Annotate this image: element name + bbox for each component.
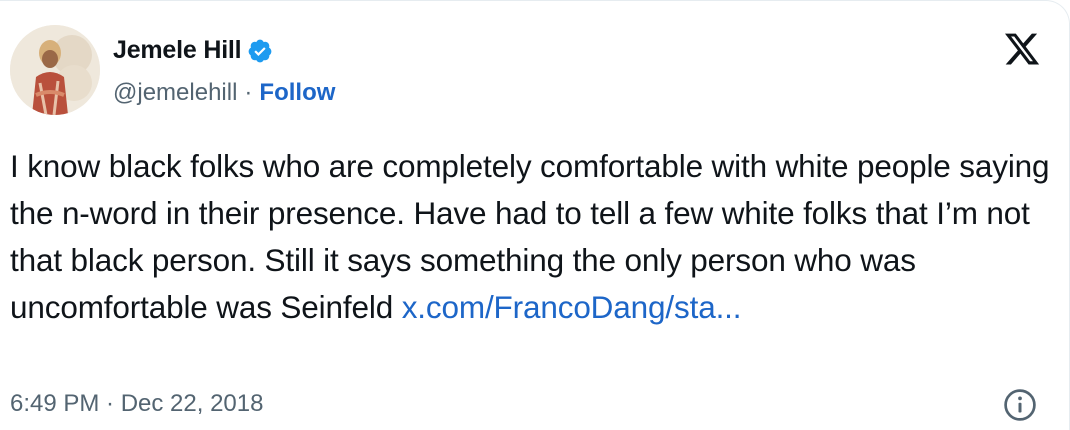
avatar[interactable] xyxy=(10,25,100,115)
avatar-image xyxy=(10,25,100,115)
handle-row: @jemelehill · Follow xyxy=(113,79,335,107)
tweet-link[interactable]: x.com/FrancoDang/sta... xyxy=(402,289,742,325)
author-row: Jemele Hill xyxy=(113,36,273,65)
separator-dot: · xyxy=(244,79,253,106)
author-name[interactable]: Jemele Hill xyxy=(113,36,242,65)
info-icon[interactable] xyxy=(1002,387,1038,423)
author-handle[interactable]: @jemelehill xyxy=(113,79,237,107)
x-logo-icon[interactable] xyxy=(1003,30,1041,68)
tweet-text: I know black folks who are completely co… xyxy=(10,143,1055,331)
tweet-timestamp[interactable]: 6:49 PM · Dec 22, 2018 xyxy=(10,390,263,418)
verified-badge-icon xyxy=(249,39,272,62)
follow-link[interactable]: Follow xyxy=(259,79,335,107)
tweet-embed-card: Jemele Hill @jemelehill · Follow I know … xyxy=(0,0,1070,430)
